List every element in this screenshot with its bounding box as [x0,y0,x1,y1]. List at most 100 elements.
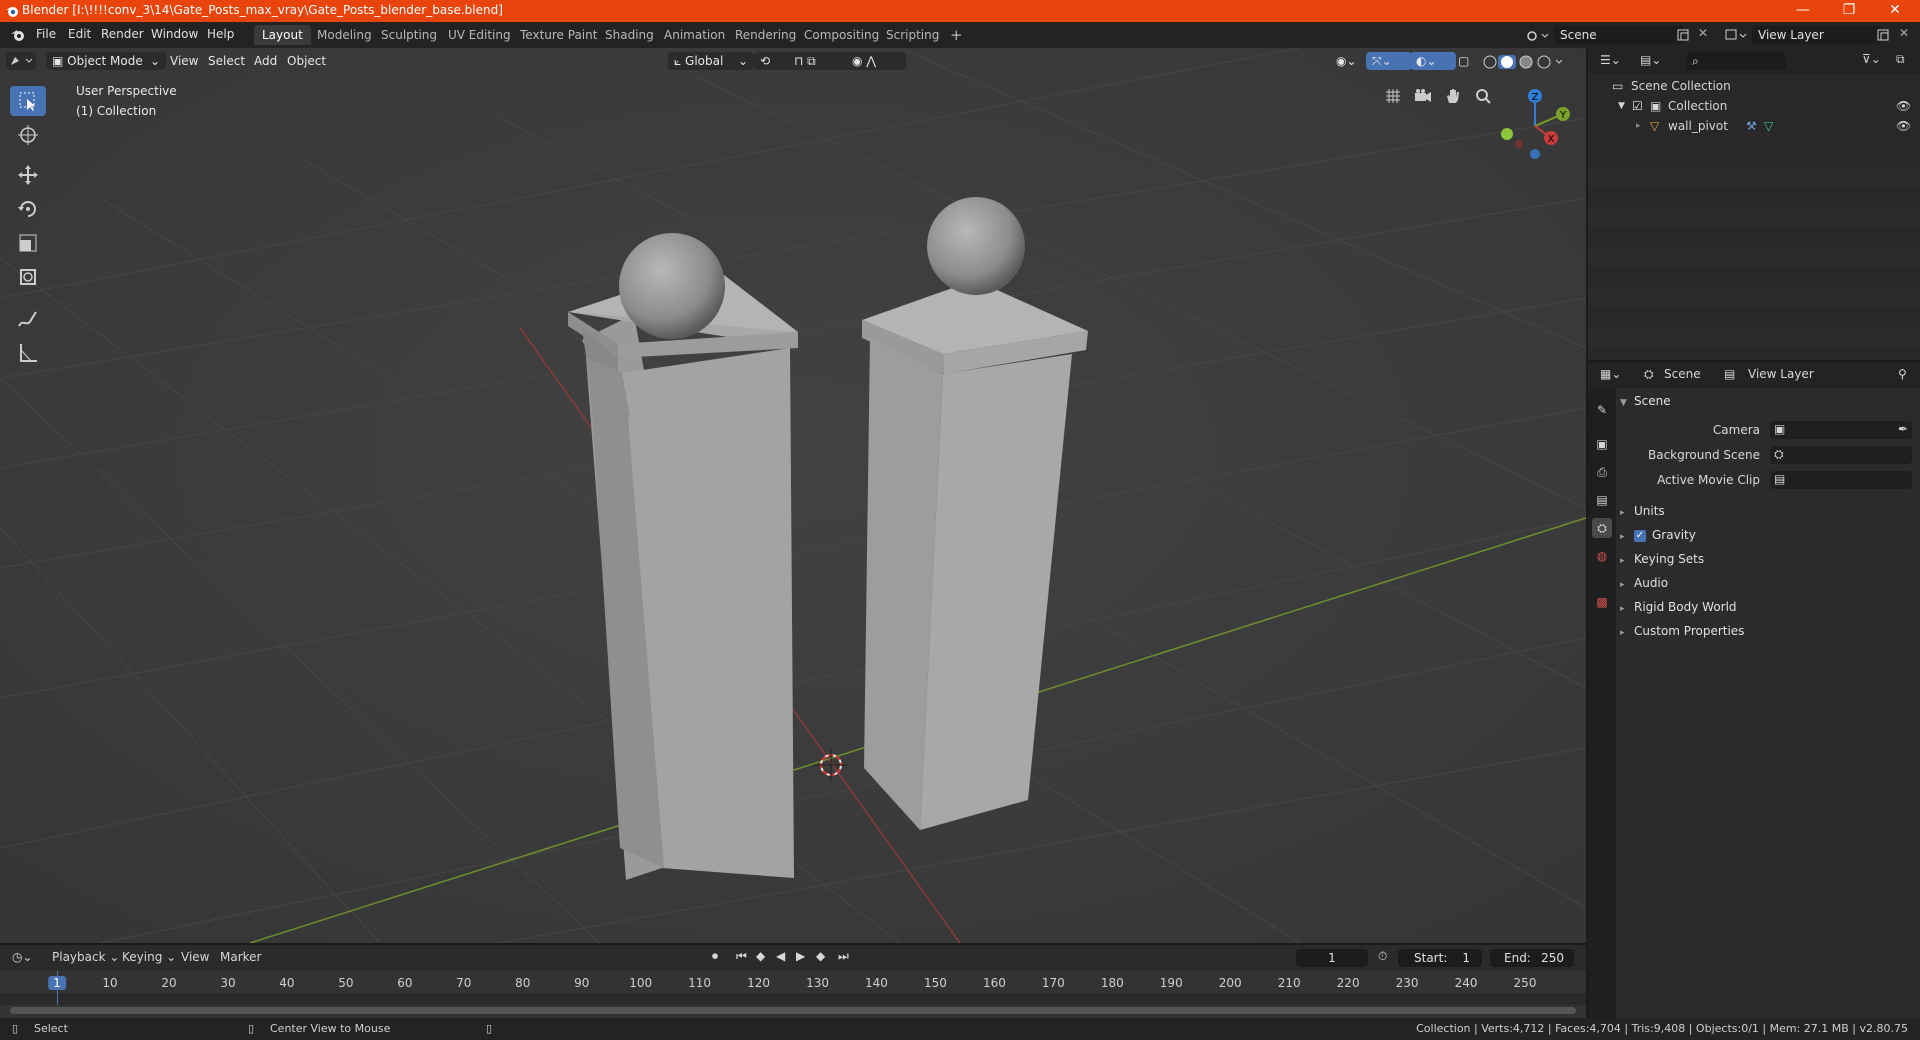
outliner-row-wall-pivot[interactable]: ▸ ▽ wall_pivot ⚒ ▽ 👁 [1588,116,1920,136]
prev-keyframe-button[interactable]: ◆ [756,949,765,963]
tab-animation[interactable]: Animation [656,25,733,45]
remove-scene-icon[interactable]: ✕ [1698,26,1708,40]
shading-modes[interactable] [1482,55,1582,69]
units-section[interactable]: ▸ Units [1620,500,1920,522]
editor-type-button[interactable] [6,52,36,70]
view-layer-field[interactable]: View Layer [1752,26,1882,44]
new-collection-icon[interactable]: ⧉ [1896,52,1905,67]
view-layer-tab[interactable]: ▤ [1592,490,1612,510]
modifier-wrench-icon[interactable]: ⚒ [1746,116,1757,136]
camera-view-button[interactable] [1411,84,1435,108]
tool-tab[interactable]: ✎ [1592,400,1612,420]
play-button[interactable]: ▶ [796,949,805,963]
proportional-edit-button[interactable]: ◉ ⋀ [846,52,906,70]
tab-compositing[interactable]: Compositing [796,25,887,45]
active-movie-clip-field[interactable]: ▤ [1770,471,1912,489]
pan-view-button[interactable] [1441,84,1465,108]
scene-tab[interactable]: ⛭ [1592,518,1612,538]
new-scene-icon[interactable] [1676,28,1690,42]
world-tab[interactable]: ◍ [1592,546,1612,566]
display-mode-icon[interactable]: ▤⌄ [1640,53,1661,67]
blender-menu-icon[interactable] [10,28,26,42]
tab-scripting[interactable]: Scripting [878,25,947,45]
overlay-toggle[interactable]: ◐⌄ [1410,52,1456,70]
start-frame-field[interactable]: Start: 1 [1398,949,1482,967]
close-window-button[interactable]: ✕ [1872,0,1918,22]
mesh-data-icon[interactable]: ▽ [1764,116,1773,136]
current-frame-field[interactable]: 1 [1296,949,1368,967]
menu-playback[interactable]: Playback ⌄ [52,950,119,964]
audio-section[interactable]: ▸ Audio [1620,572,1920,594]
minimize-button[interactable]: — [1780,0,1826,22]
tool-measure[interactable] [10,338,46,368]
menu-window[interactable]: Window [151,27,198,41]
menu-file[interactable]: File [36,27,56,41]
tab-uv-editing[interactable]: UV Editing [440,25,519,45]
menu-help[interactable]: Help [207,27,234,41]
3d-viewport[interactable]: User Perspective (1) Collection Z Y X [0,48,1586,943]
tab-sculpting[interactable]: Sculpting [373,25,445,45]
background-scene-field[interactable]: ⛭ [1770,446,1912,464]
eyedropper-icon[interactable]: ✒ [1898,422,1908,436]
menu-marker[interactable]: Marker [220,950,261,964]
keying-sets-section[interactable]: ▸ Keying Sets [1620,548,1920,570]
tool-scale[interactable] [10,228,46,258]
record-button[interactable]: ⏺ [712,949,718,964]
next-keyframe-button[interactable]: ◆ [816,949,825,963]
render-tab[interactable]: ▣ [1592,434,1612,454]
expand-object-icon[interactable]: ▸ [1636,116,1641,136]
outliner-search-input[interactable]: ⌕ [1686,52,1786,70]
timeline-editor-type-icon[interactable]: ◷⌄ [12,950,33,964]
play-reverse-button[interactable]: ◀ [776,949,785,963]
tool-select-box[interactable] [10,86,46,116]
area-divider-outliner[interactable] [1588,360,1920,362]
menu-add[interactable]: Add [248,52,283,70]
toggle-camera-grid-button[interactable] [1381,84,1405,108]
tab-rendering[interactable]: Rendering [727,25,804,45]
remove-view-layer-icon[interactable]: ✕ [1899,26,1909,40]
area-divider-vertical[interactable] [1586,48,1588,1018]
scene-field[interactable]: Scene [1554,26,1684,44]
mode-selector[interactable]: ▣ Object Mode ⌄ [46,52,166,70]
menu-timeline-view[interactable]: View [181,950,209,964]
scene-section-header[interactable]: ▼ Scene [1620,390,1920,412]
eye-icon[interactable]: 👁 [1896,116,1911,136]
jump-end-button[interactable]: ⏭ [838,949,849,964]
zoom-view-button[interactable] [1471,84,1495,108]
gravity-section[interactable]: ▸ ✓ Gravity [1620,524,1920,546]
pin-icon[interactable]: ⚲ [1898,367,1907,381]
area-divider-timeline[interactable] [0,943,1586,945]
menu-keying[interactable]: Keying ⌄ [122,950,176,964]
gizmo-toggle[interactable]: ⤧⌄ [1366,52,1412,70]
rigid-body-world-section[interactable]: ▸ Rigid Body World [1620,596,1920,618]
custom-properties-section[interactable]: ▸ Custom Properties [1620,620,1920,642]
menu-render[interactable]: Render [101,27,144,41]
outliner-row-scene-collection[interactable]: ▭ Scene Collection [1588,76,1920,96]
output-tab[interactable]: ⎙ [1592,462,1612,482]
tab-modeling[interactable]: Modeling [309,25,380,45]
gravity-checkbox[interactable]: ✓ [1634,529,1646,542]
new-view-layer-icon[interactable] [1876,28,1890,42]
expand-collection-icon[interactable]: ▼ [1618,96,1625,116]
menu-select[interactable]: Select [202,52,251,70]
properties-editor-type-icon[interactable]: ▦⌄ [1600,367,1621,381]
tool-rotate[interactable] [10,194,46,224]
end-frame-field[interactable]: End: 250 [1490,949,1574,967]
stopwatch-icon[interactable]: ⏱ [1378,949,1387,964]
add-workspace-button[interactable]: + [942,25,971,45]
collection-checkbox-icon[interactable]: ☑ [1632,96,1643,116]
menu-object[interactable]: Object [281,52,332,70]
camera-field[interactable]: ▣ ✒ [1770,421,1912,439]
props-scene-tab[interactable]: Scene [1664,367,1701,381]
tab-texture-paint[interactable]: Texture Paint [512,25,605,45]
tool-move[interactable] [10,160,46,190]
outliner-row-collection[interactable]: ▼ ☑ ▣ Collection 👁 [1588,96,1920,116]
snap-button[interactable]: ⊓ ⧉ [788,52,850,70]
eye-icon[interactable]: 👁 [1896,96,1911,116]
tool-cursor[interactable] [10,120,46,150]
view-layer-selector-icon[interactable] [1724,28,1748,42]
scene-selector-icon[interactable] [1526,28,1550,42]
navigation-gizmo[interactable]: Z Y X [1495,86,1575,166]
filter-icon[interactable]: ⊽⌄ [1862,52,1881,66]
menu-edit[interactable]: Edit [68,27,91,41]
